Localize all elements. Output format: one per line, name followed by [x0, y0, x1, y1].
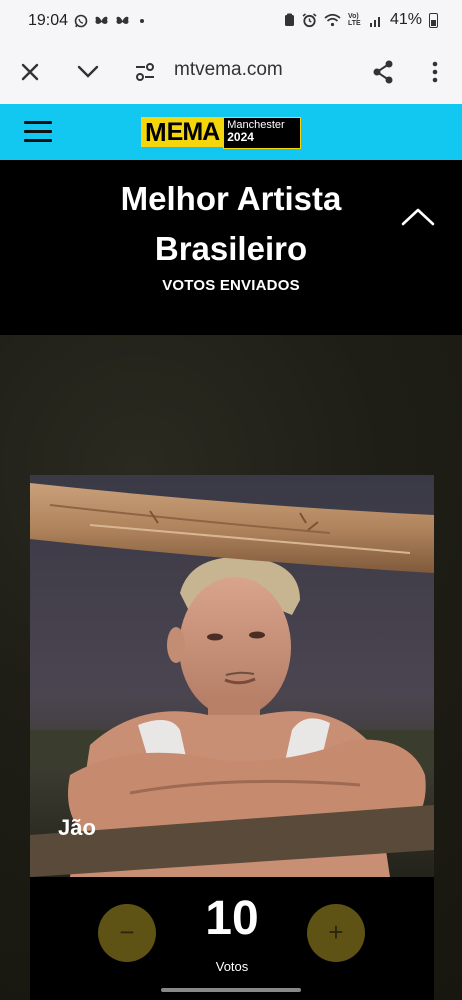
- butterfly-icon: [95, 16, 108, 24]
- chevron-up-icon[interactable]: [401, 207, 435, 231]
- close-icon[interactable]: [15, 57, 45, 87]
- nominee-photo: Jão: [30, 475, 434, 877]
- logo-year: 2024: [227, 130, 254, 144]
- status-time: 19:04: [28, 12, 69, 29]
- share-icon[interactable]: [368, 57, 398, 87]
- category-header: Melhor Artista Brasileiro VOTOS ENVIADOS: [0, 160, 462, 335]
- site-settings-icon[interactable]: [130, 57, 160, 87]
- votes-sent-status: VOTOS ENVIADOS: [162, 277, 300, 294]
- hamburger-menu-icon[interactable]: [24, 121, 52, 143]
- volte-icon: Vo) LTE: [347, 13, 361, 27]
- clipboard-icon: [284, 13, 294, 26]
- nominee-card: Jão − 10 Votos +: [30, 475, 434, 1000]
- signal-icon: [369, 16, 380, 27]
- logo-side: Manchester 2024: [223, 117, 302, 149]
- status-right: Vo) LTE 41%: [284, 11, 438, 29]
- vote-panel: − 10 Votos +: [30, 877, 434, 1000]
- mtv-logo-mark: M: [145, 117, 167, 147]
- status-bar: 19:04 Vo) LTE 41%: [0, 0, 462, 42]
- vote-count: 10: [205, 892, 259, 945]
- butterfly-icon-2: [116, 16, 129, 24]
- votes-label: Votos: [215, 959, 249, 974]
- chevron-down-icon[interactable]: [73, 57, 103, 87]
- dot-icon: [140, 19, 145, 23]
- url-display[interactable]: mtvema.com: [174, 59, 283, 81]
- logo-main: M EMA: [141, 117, 224, 147]
- category-title: Melhor Artista Brasileiro: [120, 180, 342, 267]
- battery-percent: 41%: [389, 11, 422, 28]
- battery-icon: [429, 12, 438, 28]
- wifi-icon: [324, 13, 341, 27]
- nominee-name: Jão: [58, 815, 96, 840]
- gesture-nav-handle[interactable]: [161, 988, 301, 992]
- more-options-icon[interactable]: [420, 57, 450, 87]
- status-left: 19:04: [28, 12, 145, 30]
- increment-vote-button[interactable]: +: [307, 904, 365, 962]
- whatsapp-icon: [74, 14, 88, 28]
- alarm-icon: [302, 12, 317, 27]
- logo-text: EMA: [166, 118, 221, 146]
- site-header: M EMA Manchester 2024: [0, 104, 462, 160]
- browser-toolbar: mtvema.com: [0, 42, 462, 104]
- ema-logo[interactable]: M EMA Manchester 2024: [141, 117, 302, 149]
